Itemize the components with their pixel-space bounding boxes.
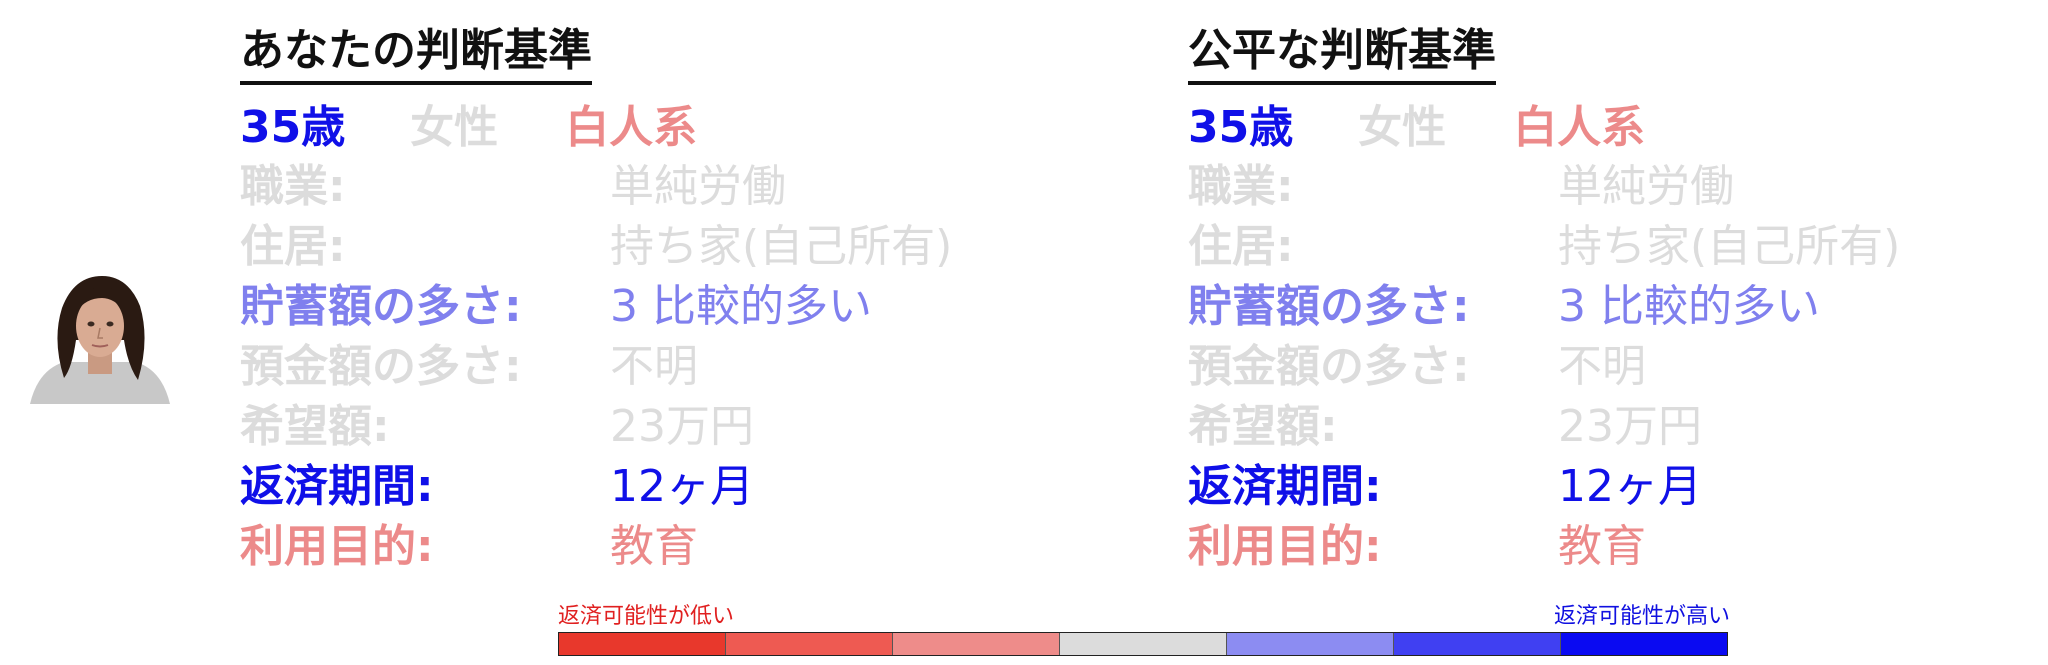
scale-segment	[1227, 633, 1394, 655]
scale-segment	[1394, 633, 1561, 655]
demographics-row: 35歳 女性 白人系	[1188, 99, 1900, 157]
field-label: 利用目的:	[1188, 521, 1382, 572]
field-value: 12ヶ月	[1558, 461, 1702, 512]
field-label: 職業:	[1188, 161, 1294, 212]
field-label: 住居:	[240, 221, 346, 272]
field-row: 希望額: 23万円	[240, 397, 952, 457]
field-value: 23万円	[1558, 401, 1702, 452]
field-value: 教育	[610, 521, 698, 572]
age-label: 35歳	[1188, 102, 1294, 153]
field-value: 23万円	[610, 401, 754, 452]
scale-segment	[559, 633, 726, 655]
field-label: 職業:	[240, 161, 346, 212]
scale-segment	[1561, 633, 1727, 655]
gender-label: 女性	[1358, 102, 1447, 153]
scale-segment	[1060, 633, 1227, 655]
field-row: 返済期間: 12ヶ月	[1188, 457, 1900, 517]
field-list: 職業: 単純労働 住居: 持ち家(自己所有) 貯蓄額の多さ: 3 比較的多い 預金額の多さ:…	[240, 157, 952, 577]
gender-label: 女性	[410, 102, 499, 153]
person-portrait-icon	[30, 276, 170, 404]
field-row: 希望額: 23万円	[1188, 397, 1900, 457]
field-label: 利用目的:	[240, 521, 434, 572]
field-label: 返済期間:	[1188, 461, 1382, 512]
demographics-row: 35歳 女性 白人系	[240, 99, 952, 157]
field-label: 貯蓄額の多さ:	[240, 281, 522, 332]
field-label: 住居:	[1188, 221, 1294, 272]
field-value: 3 比較的多い	[610, 281, 872, 332]
field-label: 返済期間:	[240, 461, 434, 512]
field-row: 貯蓄額の多さ: 3 比較的多い	[240, 277, 952, 337]
field-row: 職業: 単純労働	[1188, 157, 1900, 217]
field-label: 預金額の多さ:	[240, 341, 522, 392]
field-row: 預金額の多さ: 不明	[1188, 337, 1900, 397]
field-label: 希望額:	[240, 401, 390, 452]
field-row: 住居: 持ち家(自己所有)	[1188, 217, 1900, 277]
field-value: 単純労働	[1558, 161, 1734, 212]
field-list: 職業: 単純労働 住居: 持ち家(自己所有) 貯蓄額の多さ: 3 比較的多い 預金額の多さ:…	[1188, 157, 1900, 577]
ethnicity-label: 白人系	[565, 102, 698, 153]
fair-criteria-panel: 公平な判断基準 35歳 女性 白人系 職業: 単純労働 住居: 持ち家(自己所有) 貯蓄…	[1188, 22, 1900, 577]
field-value: 単純労働	[610, 161, 786, 212]
scale-high-label: 返済可能性が高い	[1553, 604, 1730, 629]
field-value: 12ヶ月	[610, 461, 754, 512]
field-row: 返済期間: 12ヶ月	[240, 457, 952, 517]
field-row: 職業: 単純労働	[240, 157, 952, 217]
field-value: 教育	[1558, 521, 1646, 572]
scale-low-label: 返済可能性が低い	[558, 604, 735, 629]
field-label: 希望額:	[1188, 401, 1338, 452]
field-value: 不明	[1558, 341, 1646, 392]
color-scale-bar	[558, 632, 1728, 656]
field-row: 住居: 持ち家(自己所有)	[240, 217, 952, 277]
field-label: 貯蓄額の多さ:	[1188, 281, 1470, 332]
field-value: 持ち家(自己所有)	[610, 221, 953, 272]
panel-title: 公平な判断基準	[1188, 22, 1496, 85]
scale-segment	[893, 633, 1060, 655]
field-value: 3 比較的多い	[1558, 281, 1820, 332]
field-row: 貯蓄額の多さ: 3 比較的多い	[1188, 277, 1900, 337]
field-row: 利用目的: 教育	[240, 517, 952, 577]
field-value: 持ち家(自己所有)	[1558, 221, 1901, 272]
age-label: 35歳	[240, 102, 346, 153]
field-value: 不明	[610, 341, 698, 392]
ethnicity-label: 白人系	[1513, 102, 1646, 153]
user-criteria-panel: あなたの判断基準 35歳 女性 白人系 職業: 単純労働 住居: 持ち家(自己所有) 貯…	[240, 22, 952, 577]
field-row: 預金額の多さ: 不明	[240, 337, 952, 397]
field-label: 預金額の多さ:	[1188, 341, 1470, 392]
scale-segment	[726, 633, 893, 655]
panel-title: あなたの判断基準	[240, 22, 592, 85]
field-row: 利用目的: 教育	[1188, 517, 1900, 577]
